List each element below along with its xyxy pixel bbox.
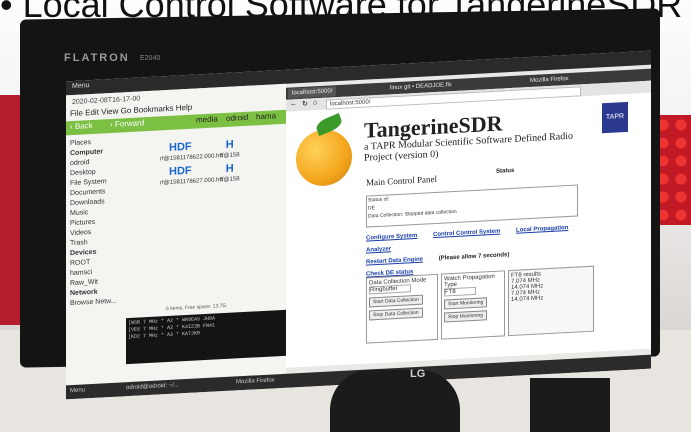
status-table: Status of: DE Data Collection: Stopped d… xyxy=(366,184,578,228)
path-media[interactable]: media xyxy=(196,114,218,124)
monitor-stand xyxy=(330,370,460,432)
file-item[interactable]: H rf@158 xyxy=(210,162,250,184)
taskbar-terminal[interactable]: odroid@odroid: ~/... xyxy=(126,382,179,391)
data-collection-panel: Data Collection Mode Ringbuffer Start Da… xyxy=(366,273,438,344)
monitor-brand: FLATRON xyxy=(64,52,130,64)
main-control-panel-heading: Main Control Panel xyxy=(366,173,437,188)
restart-data-engine-link[interactable]: Restart Data Engine xyxy=(366,257,423,266)
desktop-menu-button[interactable]: Menu xyxy=(72,82,90,90)
photo-scene: • Local Control Software for TangerineSD… xyxy=(0,0,691,432)
forward-label: Forward xyxy=(114,118,145,129)
hdf-file-icon: HDF xyxy=(169,140,192,154)
places-sidebar: Places Computer odroid Desktop File Syst… xyxy=(70,135,148,309)
file-item[interactable]: HDF rf@1581178622.000.h5 xyxy=(160,140,223,163)
hdf-file-icon: H xyxy=(225,162,234,175)
hdf-file-icon: H xyxy=(225,138,234,151)
tangerine-logo-icon xyxy=(296,128,352,188)
menu-view[interactable]: View xyxy=(101,107,118,117)
path-odroid[interactable]: odroid xyxy=(226,113,248,123)
file-grid: HDF rf@1581178622.000.h5 H rf@158 HDF rf… xyxy=(156,134,286,189)
home-icon[interactable]: ⌂ xyxy=(313,99,317,106)
menu-bookmarks[interactable]: Bookmarks xyxy=(134,104,174,115)
file-item[interactable]: HDF rf@1581178627.000.h5 xyxy=(160,164,223,187)
firefox-window: localhost:5000/ linux git • DEADJOE.flx … xyxy=(286,68,651,368)
back-arrow-icon[interactable]: ← xyxy=(290,100,297,107)
file-name: rf@158 xyxy=(219,176,240,184)
watch-propagation-panel: Watch Propagation Type FT8 Start Monitor… xyxy=(441,270,505,340)
stop-data-collection-button[interactable]: Stop Data Collection xyxy=(369,307,423,321)
reload-icon[interactable]: ↻ xyxy=(302,100,308,108)
taskbar-firefox[interactable]: Mozilla Firefox xyxy=(236,377,275,385)
ft8-results-panel: FT8 results 7.074 MHz 14.074 MHz 7.074 M… xyxy=(508,265,594,337)
data-collection-label: Data Collection: xyxy=(368,211,404,220)
file-name: rf@158 xyxy=(219,152,240,160)
monitor-screen: Menu 2020-02-08T16-17-00 File Edit View … xyxy=(66,50,651,400)
start-data-collection-button[interactable]: Start Data Collection xyxy=(369,294,423,308)
menu-edit[interactable]: Edit xyxy=(85,108,99,118)
type-select[interactable]: FT8 xyxy=(444,286,476,297)
lg-logo: LG xyxy=(410,368,426,380)
restart-note: (Please allow 7 seconds) xyxy=(438,252,510,262)
file-manager-title: 2020-02-08T16-17-00 xyxy=(72,95,141,107)
menu-go[interactable]: Go xyxy=(121,106,132,116)
configure-system-link[interactable]: Configure System xyxy=(366,233,417,242)
menu-help[interactable]: Help xyxy=(176,103,192,113)
back-button[interactable]: ‹ Back xyxy=(70,121,93,131)
forward-button[interactable]: › Forward xyxy=(110,118,144,129)
menu-file[interactable]: File xyxy=(70,108,83,118)
control-system-link[interactable]: Control Control System xyxy=(433,229,500,239)
start-monitoring-button[interactable]: Start Monitoring xyxy=(444,297,488,310)
file-item[interactable]: H rf@158 xyxy=(210,138,250,160)
hdf-file-icon: HDF xyxy=(169,164,192,178)
back-label: Back xyxy=(74,120,93,131)
monitor-model: E2040 xyxy=(140,55,161,62)
sdr-device xyxy=(530,378,610,432)
tangerine-web-page: TangerineSDR a TAPR Modular Scientific S… xyxy=(286,92,651,368)
file-manager-status: 6 items, Free space: 13.7G xyxy=(166,302,227,313)
tapr-logo: TAPR xyxy=(602,101,628,134)
stop-monitoring-button[interactable]: Stop Monitoring xyxy=(444,310,488,323)
status-heading: Status xyxy=(496,167,515,175)
taskbar-menu[interactable]: Menu xyxy=(70,387,85,394)
data-collection-value: Stopped data collection xyxy=(404,208,457,218)
path-hama[interactable]: hama xyxy=(256,111,276,121)
